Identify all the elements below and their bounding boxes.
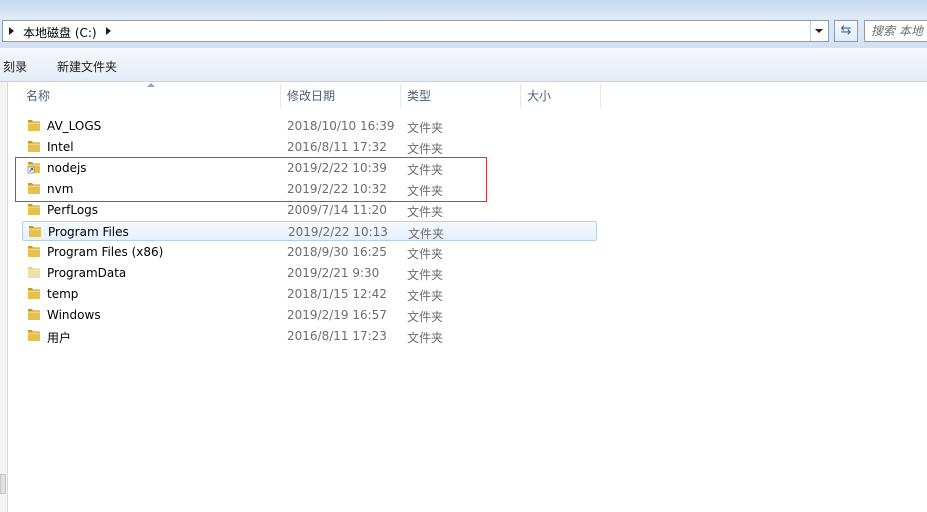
file-name: AV_LOGS	[47, 119, 102, 133]
chevron-down-icon	[815, 29, 823, 33]
file-row[interactable]: Program Files 2019/2/22 10:13 文件夹	[22, 221, 597, 241]
breadcrumb-current-drive[interactable]: 本地磁盘 (C:)	[23, 24, 97, 41]
folder-icon	[28, 288, 40, 299]
column-header-name[interactable]: 名称	[20, 84, 281, 108]
file-row[interactable]: Windows 2019/2/19 16:57 文件夹	[22, 305, 597, 325]
refresh-icon: ⇆	[840, 23, 852, 38]
file-type: 文件夹	[407, 247, 444, 261]
file-name: PerfLogs	[47, 203, 99, 217]
file-name: Windows	[47, 308, 101, 322]
command-toolbar: 刻录 新建文件夹	[0, 48, 927, 82]
file-type: 文件夹	[408, 227, 445, 241]
folder-icon	[28, 330, 40, 341]
search-input[interactable]	[871, 23, 927, 39]
address-bar-row: 本地磁盘 (C:) ⇆	[0, 16, 927, 48]
refresh-button[interactable]: ⇆	[834, 20, 858, 42]
folder-hidden-icon	[28, 267, 40, 278]
search-box[interactable]	[864, 20, 927, 42]
file-date-modified: 2009/7/14 11:20	[287, 203, 387, 217]
folder-icon	[28, 141, 40, 152]
file-date-modified: 2016/8/11 17:23	[287, 329, 387, 343]
file-date-modified: 2019/2/21 9:30	[287, 266, 380, 280]
breadcrumb-root-arrow-icon[interactable]	[9, 27, 14, 35]
folder-icon	[28, 120, 40, 131]
column-header-type[interactable]: 类型	[401, 84, 521, 108]
file-date-modified: 2019/2/19 16:57	[287, 308, 387, 322]
file-type: 文件夹	[407, 142, 444, 156]
file-date-modified: 2019/2/22 10:13	[288, 225, 388, 239]
file-date-modified: 2018/1/15 12:42	[287, 287, 387, 301]
file-date-modified: 2016/8/11 17:32	[287, 140, 387, 154]
file-type: 文件夹	[407, 121, 444, 135]
address-history-dropdown[interactable]	[810, 21, 828, 41]
file-row[interactable]: 用户 2016/8/11 17:23 文件夹	[22, 326, 597, 346]
file-type: 文件夹	[407, 268, 444, 282]
navigation-pane-edge[interactable]	[0, 82, 8, 512]
file-type: 文件夹	[407, 289, 444, 303]
file-row[interactable]: Intel 2016/8/11 17:32 文件夹	[22, 137, 597, 157]
new-folder-button[interactable]: 新建文件夹	[57, 58, 117, 75]
file-row[interactable]: Program Files (x86) 2018/9/30 16:25 文件夹	[22, 242, 597, 262]
file-name: temp	[47, 287, 79, 301]
folder-icon	[29, 226, 41, 237]
folder-icon	[28, 246, 40, 257]
folder-icon	[28, 204, 40, 215]
file-name: Program Files	[48, 225, 129, 239]
burn-button[interactable]: 刻录	[3, 58, 27, 75]
folder-icon	[28, 309, 40, 320]
file-name: Intel	[47, 140, 74, 154]
address-bar[interactable]: 本地磁盘 (C:)	[2, 20, 829, 42]
file-row[interactable]: temp 2018/1/15 12:42 文件夹	[22, 284, 597, 304]
file-type: 文件夹	[407, 205, 444, 219]
annotation-highlight-box	[15, 157, 487, 202]
window-title-strip	[0, 0, 927, 16]
file-row[interactable]: AV_LOGS 2018/10/10 16:39 文件夹	[22, 116, 597, 136]
file-date-modified: 2018/9/30 16:25	[287, 245, 387, 259]
column-header-size[interactable]: 大小	[521, 84, 601, 108]
file-type: 文件夹	[407, 331, 444, 345]
file-row[interactable]: ProgramData 2019/2/21 9:30 文件夹	[22, 263, 597, 283]
breadcrumb-chevron-icon[interactable]	[106, 27, 111, 35]
file-row[interactable]: PerfLogs 2009/7/14 11:20 文件夹	[22, 200, 597, 220]
file-date-modified: 2018/10/10 16:39	[287, 119, 395, 133]
navigation-pane-scroll-thumb[interactable]	[0, 474, 6, 494]
file-name: Program Files (x86)	[47, 245, 164, 259]
file-name: 用户	[47, 331, 72, 345]
file-type: 文件夹	[407, 310, 444, 324]
file-name: ProgramData	[47, 266, 127, 280]
column-header-date-modified[interactable]: 修改日期	[281, 84, 401, 108]
